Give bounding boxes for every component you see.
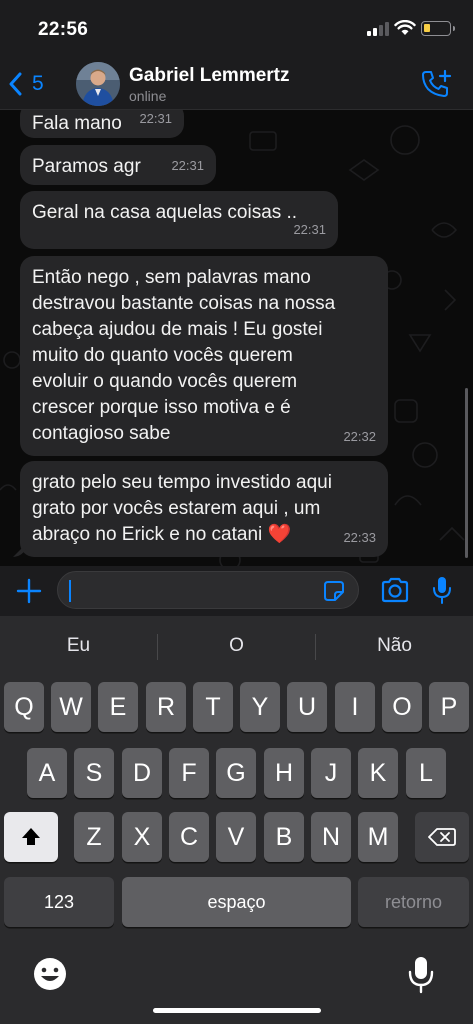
key-o[interactable]: O: [382, 682, 422, 732]
message-line: grato por vocês estarem aqui , um: [32, 498, 321, 519]
key-l[interactable]: L: [406, 748, 446, 798]
message-line: abraço no Erick e no catani ❤️: [32, 524, 292, 545]
battery-icon: [421, 21, 455, 36]
message-line: destravou bastante coisas na nossa: [32, 293, 336, 314]
key-f[interactable]: F: [169, 748, 209, 798]
message-line: crescer porque isso motiva e é: [32, 397, 291, 418]
key-v[interactable]: V: [216, 812, 256, 862]
message-bubble[interactable]: Paramos agr 22:31: [20, 145, 216, 185]
key-q[interactable]: Q: [4, 682, 44, 732]
sticker-icon[interactable]: [322, 579, 346, 603]
back-button[interactable]: 5: [8, 66, 58, 102]
contact-status: online: [129, 88, 167, 104]
key-j[interactable]: J: [311, 748, 351, 798]
key-d[interactable]: D: [122, 748, 162, 798]
contact-name[interactable]: Gabriel Lemmertz: [129, 65, 290, 87]
text-caret: [69, 580, 71, 602]
message-text: Paramos agr: [32, 156, 141, 177]
key-a[interactable]: A: [27, 748, 67, 798]
wifi-icon: [394, 20, 416, 35]
key-u[interactable]: U: [287, 682, 327, 732]
cellular-signal-icon: [367, 22, 389, 36]
key-r[interactable]: R: [146, 682, 186, 732]
home-indicator[interactable]: [153, 1008, 321, 1013]
suggestion-item[interactable]: Eu: [0, 616, 157, 676]
key-z[interactable]: Z: [74, 812, 114, 862]
shift-key[interactable]: [4, 812, 58, 862]
message-text: Fala mano: [32, 113, 122, 134]
keyboard: Eu O Não Q W E R T Y U I O P A S D F G H…: [0, 616, 473, 1024]
avatar-photo: [76, 62, 120, 106]
message-time: 22:31: [139, 111, 172, 126]
suggestion-item[interactable]: O: [158, 616, 315, 676]
message-line: cabeça ajudou de mais ! Eu gostei: [32, 319, 323, 340]
microphone-icon[interactable]: [432, 575, 452, 605]
battery-level: [424, 24, 430, 32]
key-s[interactable]: S: [74, 748, 114, 798]
plus-icon[interactable]: [14, 576, 44, 606]
key-i[interactable]: I: [335, 682, 375, 732]
key-m[interactable]: M: [358, 812, 398, 862]
key-y[interactable]: Y: [240, 682, 280, 732]
message-input-bar: [0, 566, 473, 616]
message-text: Geral na casa aquelas coisas ..: [32, 202, 298, 223]
status-time: 22:56: [38, 19, 89, 40]
key-e[interactable]: E: [98, 682, 138, 732]
key-k[interactable]: K: [358, 748, 398, 798]
dictation-icon[interactable]: [406, 954, 436, 994]
message-time: 22:31: [293, 222, 326, 237]
add-call-icon[interactable]: [420, 68, 452, 100]
message-bubble[interactable]: grato pelo seu tempo investido aqui grat…: [20, 461, 388, 557]
unread-count: 5: [32, 72, 44, 95]
emoji-icon[interactable]: [30, 954, 70, 994]
message-line: muito do quanto vocês querem: [32, 345, 293, 366]
message-line: evoluir o quando vocês querem: [32, 371, 298, 392]
chat-area[interactable]: Fala mano 22:31 Paramos agr 22:31 Geral …: [0, 110, 473, 566]
key-b[interactable]: B: [264, 812, 304, 862]
return-key[interactable]: retorno: [358, 877, 469, 927]
back-chevron-icon: [9, 72, 22, 96]
shift-icon: [22, 828, 40, 845]
message-line: grato pelo seu tempo investido aqui: [32, 472, 332, 493]
camera-icon[interactable]: [380, 577, 410, 603]
contact-avatar[interactable]: [76, 62, 120, 106]
key-w[interactable]: W: [51, 682, 91, 732]
message-time: 22:33: [343, 530, 376, 545]
key-x[interactable]: X: [122, 812, 162, 862]
suggestion-bar: Eu O Não: [0, 616, 473, 676]
key-c[interactable]: C: [169, 812, 209, 862]
message-bubble[interactable]: Fala mano 22:31: [20, 110, 184, 138]
message-bubble[interactable]: Então nego , sem palavras mano destravou…: [20, 256, 388, 456]
message-time: 22:32: [343, 429, 376, 444]
numbers-key[interactable]: 123: [4, 877, 114, 927]
message-bubble[interactable]: Geral na casa aquelas coisas .. 22:31: [20, 191, 338, 249]
space-key[interactable]: espaço: [122, 877, 351, 927]
key-n[interactable]: N: [311, 812, 351, 862]
delete-icon: [428, 828, 456, 846]
message-line: Então nego , sem palavras mano: [32, 267, 311, 288]
delete-key[interactable]: [415, 812, 469, 862]
key-p[interactable]: P: [429, 682, 469, 732]
suggestion-item[interactable]: Não: [316, 616, 473, 676]
message-input[interactable]: [57, 571, 359, 609]
key-h[interactable]: H: [264, 748, 304, 798]
key-g[interactable]: G: [216, 748, 256, 798]
message-time: 22:31: [171, 158, 204, 173]
status-bar: 22:56: [0, 0, 473, 58]
chat-scrollbar[interactable]: [465, 388, 468, 558]
message-line: contagioso sabe: [32, 423, 171, 444]
chat-header: 5 Gabriel Lemmertz online: [0, 58, 473, 110]
key-t[interactable]: T: [193, 682, 233, 732]
